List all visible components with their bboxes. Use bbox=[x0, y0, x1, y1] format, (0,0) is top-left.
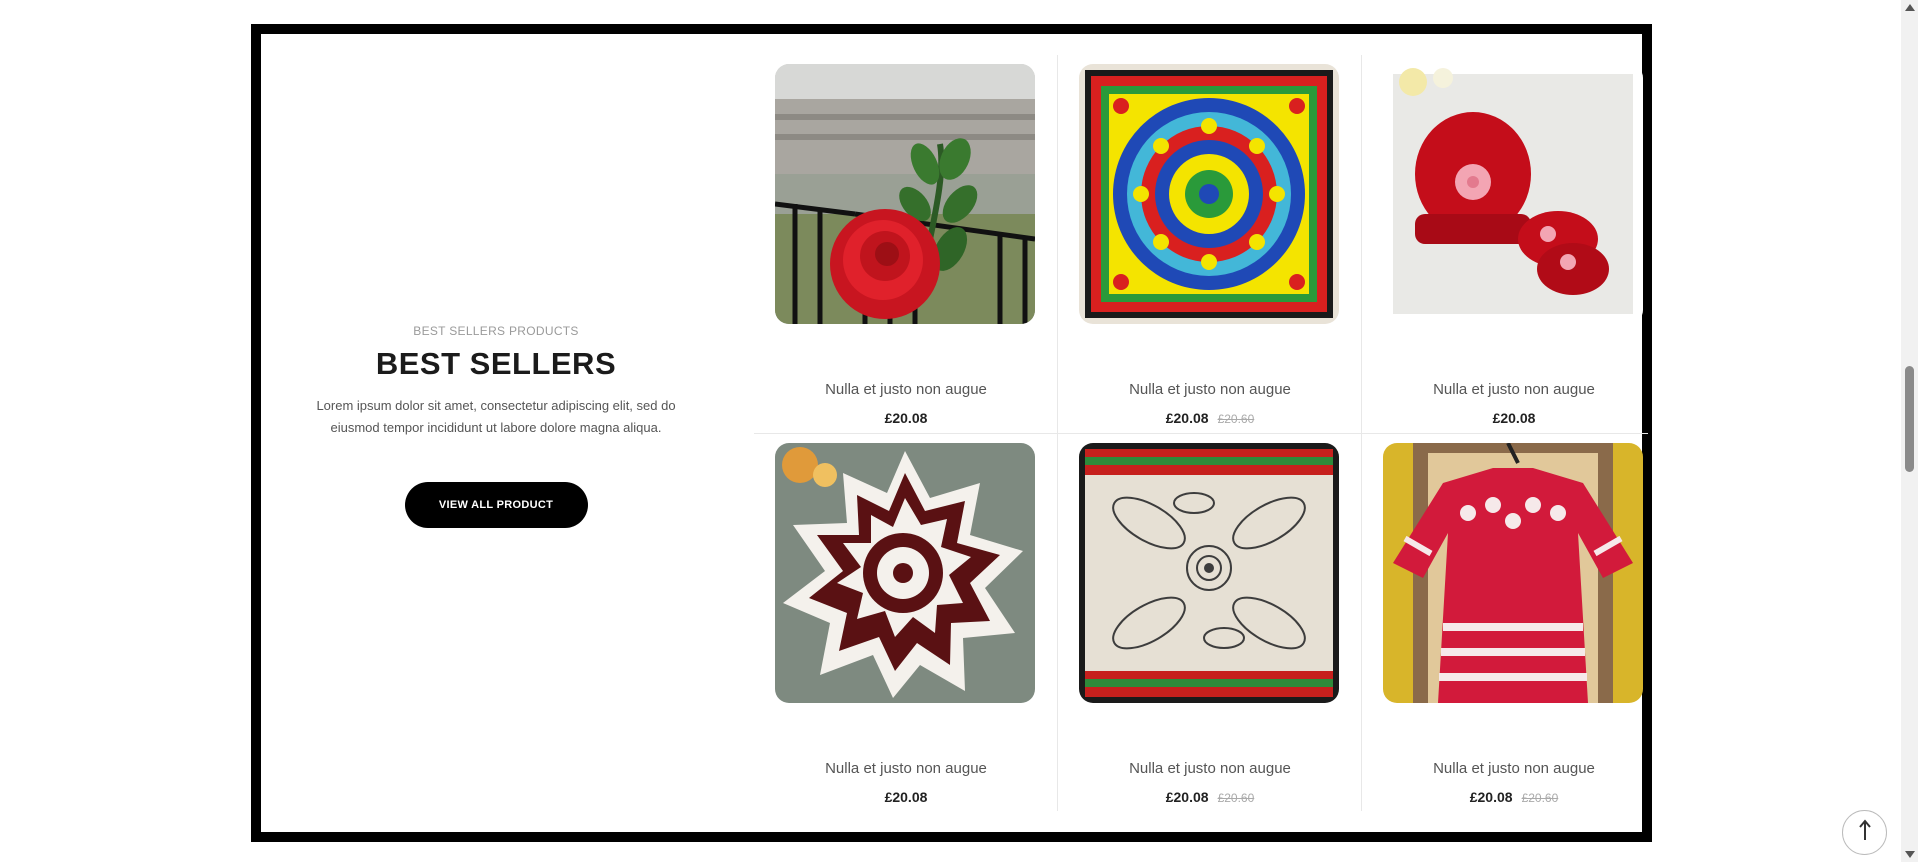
current-price: £20.08 bbox=[884, 789, 928, 805]
product-price: £20.08 bbox=[754, 789, 1058, 805]
product-name[interactable]: Nulla et justo non augue bbox=[754, 381, 1058, 398]
product-card[interactable]: Nulla et justo non augue £20.08 £20.60 bbox=[1058, 434, 1362, 812]
product-price: £20.08 £20.60 bbox=[1058, 410, 1362, 426]
scrollbar-thumb[interactable] bbox=[1905, 366, 1914, 472]
back-to-top-button[interactable] bbox=[1842, 810, 1887, 855]
old-price: £20.60 bbox=[1217, 791, 1255, 805]
product-card[interactable]: Nulla et justo non augue £20.08 bbox=[754, 55, 1058, 433]
product-name[interactable]: Nulla et justo non augue bbox=[1058, 381, 1362, 398]
product-name[interactable]: Nulla et justo non augue bbox=[1362, 760, 1666, 777]
page-scrollbar[interactable] bbox=[1901, 0, 1918, 862]
best-sellers-section: BEST SELLERS PRODUCTS BEST SELLERS Lorem… bbox=[251, 24, 1652, 842]
product-image-mandala-painting[interactable] bbox=[1079, 64, 1339, 324]
arrow-up-icon bbox=[1857, 818, 1873, 847]
scroll-down-arrow-icon[interactable] bbox=[1905, 851, 1915, 858]
section-subtitle: BEST SELLERS PRODUCTS bbox=[413, 324, 579, 338]
product-name[interactable]: Nulla et justo non augue bbox=[754, 760, 1058, 777]
product-price: £20.08 £20.60 bbox=[1362, 789, 1666, 805]
old-price: £20.60 bbox=[1217, 412, 1255, 426]
current-price: £20.08 bbox=[884, 410, 928, 426]
current-price: £20.08 bbox=[1492, 410, 1536, 426]
current-price: £20.08 bbox=[1469, 789, 1513, 805]
current-price: £20.08 bbox=[1165, 789, 1209, 805]
product-card[interactable]: Nulla et justo non augue £20.08 £20.60 bbox=[1362, 434, 1666, 812]
best-sellers-intro: BEST SELLERS PRODUCTS BEST SELLERS Lorem… bbox=[261, 34, 731, 832]
view-all-product-button[interactable]: VIEW ALL PRODUCT bbox=[404, 482, 588, 528]
product-card[interactable]: Nulla et justo non augue £20.08 bbox=[1362, 55, 1666, 433]
product-price: £20.08 £20.60 bbox=[1058, 789, 1362, 805]
current-price: £20.08 bbox=[1165, 410, 1209, 426]
product-image-baby-hat-booties[interactable] bbox=[1383, 64, 1643, 324]
product-name[interactable]: Nulla et justo non augue bbox=[1058, 760, 1362, 777]
product-price: £20.08 bbox=[1362, 410, 1666, 426]
product-price: £20.08 bbox=[754, 410, 1058, 426]
product-image-crochet-doily[interactable] bbox=[775, 443, 1035, 703]
product-grid: Nulla et justo non augue £20.08 Nulla et… bbox=[754, 55, 1648, 811]
old-price: £20.60 bbox=[1521, 791, 1559, 805]
product-card[interactable]: Nulla et justo non augue £20.08 £20.60 bbox=[1058, 55, 1362, 433]
product-image-knitted-dress[interactable] bbox=[1383, 443, 1643, 703]
section-description: Lorem ipsum dolor sit amet, consectetur … bbox=[316, 398, 676, 435]
scroll-up-arrow-icon[interactable] bbox=[1905, 4, 1915, 11]
product-card[interactable]: Nulla et justo non augue £20.08 bbox=[754, 434, 1058, 812]
product-image-fish-drawing[interactable] bbox=[1079, 443, 1339, 703]
product-name[interactable]: Nulla et justo non augue bbox=[1362, 381, 1666, 398]
product-image-crochet-rose[interactable] bbox=[775, 64, 1035, 324]
section-title: BEST SELLERS bbox=[375, 346, 617, 381]
